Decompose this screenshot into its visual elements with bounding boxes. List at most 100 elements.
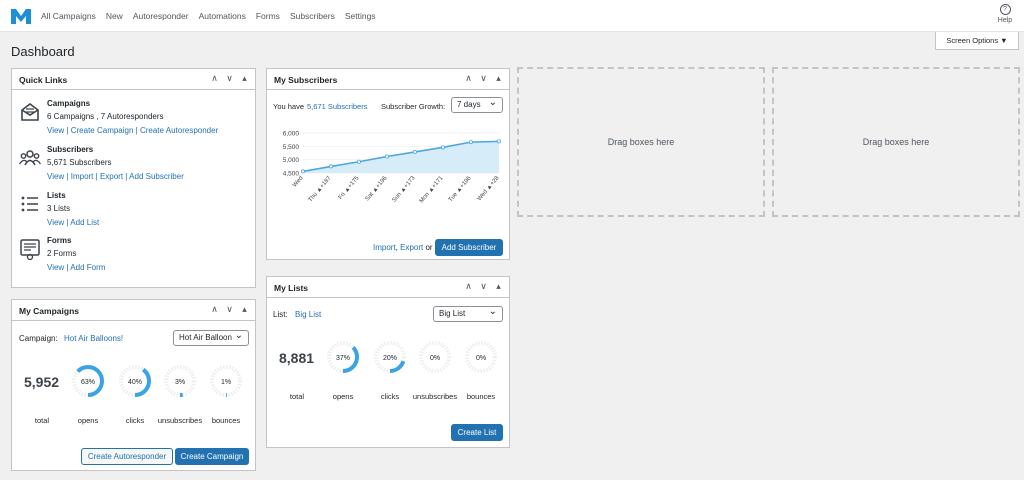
list-donut-value: 20% [383,355,397,362]
subscriber-growth-chart: 6,0005,5005,0004,500Wed Thu ▲+187 Fri ▲+17… [283,131,501,204]
export-link[interactable]: Export [100,172,123,181]
move-down-icon[interactable]: ∨ [479,281,488,292]
my-lists-header: My Lists ∧ ∨ ▴ [267,277,509,298]
nav-settings[interactable]: Settings [345,11,376,21]
collapse-icon[interactable]: ▴ [240,73,249,84]
campaign-select[interactable]: Hot Air Balloon [173,329,249,346]
chart-point [301,169,306,174]
move-down-icon[interactable]: ∨ [225,73,234,84]
my-campaigns-header: My Campaigns ∧ ∨ ▴ [12,300,255,321]
move-up-icon[interactable]: ∧ [464,281,473,292]
drop-zone-text: Drag boxes here [607,137,675,147]
quick-links-title: Quick Links [19,75,68,85]
list-bounces-donut: 0% [465,341,497,373]
list-clicks-donut: 20% [374,341,406,373]
collapse-icon[interactable]: ▴ [494,73,503,84]
export-link[interactable]: Export [400,243,423,252]
move-down-icon[interactable]: ∨ [225,304,234,315]
chart-x-tick-label: Sat ▲+196 [365,175,389,202]
page-title: Dashboard [11,44,75,59]
create-campaign-button[interactable]: Create Campaign [175,448,249,465]
chart-x-tick-label: Thu ▲+187 [308,175,333,203]
quick-links-header: Quick Links ∧ ∨ ▴ [12,69,255,90]
list-unsubscribes-donut: 0% [419,341,451,373]
move-up-icon[interactable]: ∧ [464,73,473,84]
list-donut-value: 0% [476,355,486,362]
nav-new[interactable]: New [106,11,123,21]
create-autoresponder-link[interactable]: Create Autoresponder [140,126,218,135]
quick-links-box: Quick Links ∧ ∨ ▴ Campaigns 6 Campaigns , … [11,68,256,288]
drop-zone-1[interactable]: Drag boxes here [517,67,765,217]
campaign-bounces-donut: 1% [210,365,242,397]
list-icon [21,196,38,212]
nav-subscribers[interactable]: Subscribers [290,11,335,21]
drop-zone-2[interactable]: Drag boxes here [772,67,1020,217]
list-opens-donut: 37% [327,341,359,373]
help-icon: ? [999,4,1011,15]
chart-x-tick-label: Wed ▲+28 [477,175,501,202]
chart-point [496,139,501,144]
my-subscribers-header: My Subscribers ∧ ∨ ▴ [267,69,509,90]
add-list-link[interactable]: Add List [70,218,99,227]
top-bar: All Campaigns New Autoresponder Automati… [0,0,1024,32]
subscribers-summary: 5,671 Subscribers [47,158,112,167]
campaign-total: 5,952 [24,374,60,390]
list-link[interactable]: Big List [295,310,321,319]
my-lists-title: My Lists [274,283,309,293]
move-up-icon[interactable]: ∧ [210,304,219,315]
move-up-icon[interactable]: ∧ [210,73,219,84]
add-subscriber-button[interactable]: Add Subscriber [435,239,503,256]
chart-y-tick-label: 5,000 [283,157,300,164]
list-label: List: [273,310,288,319]
collapse-icon[interactable]: ▴ [240,304,249,315]
list-donut-value: 37% [336,355,350,362]
add-form-link[interactable]: Add Form [70,263,105,272]
subscriber-count-link[interactable]: 5,671 Subscribers [307,102,367,111]
chart-point [329,164,334,169]
subscribers-view-link[interactable]: View [47,172,64,181]
chart-x-tick-label: Mon ▲+171 [419,175,445,204]
campaign-link[interactable]: Hot Air Balloons! [64,334,123,343]
chart-x-tick-label: Tue ▲+196 [448,175,473,203]
chart-point [385,154,390,159]
lists-view-link[interactable]: View [47,218,64,227]
growth-select[interactable]: 7 days [451,96,503,113]
move-down-icon[interactable]: ∨ [479,73,488,84]
campaigns-view-link[interactable]: View [47,126,64,135]
list-donut-value: 0% [430,355,440,362]
forms-view-link[interactable]: View [47,263,64,272]
create-list-button[interactable]: Create List [451,424,503,441]
add-subscriber-link[interactable]: Add Subscriber [129,172,184,181]
import-link[interactable]: Import [373,243,396,252]
subscribers-heading: Subscribers [47,145,94,154]
chart-point [357,159,362,164]
help-label: Help [997,17,1013,24]
campaign-opens-donut: 63% [72,365,104,397]
list-bounces-label: bounces [466,392,496,401]
or-text: or [425,243,433,252]
lists-heading: Lists [47,191,66,200]
nav-forms[interactable]: Forms [256,11,280,21]
campaign-donut-value: 1% [221,379,231,386]
chart-x-tick-label: Fri ▲+175 [338,175,361,201]
chart-y-tick-label: 4,500 [283,171,300,178]
chart-y-tick-label: 5,500 [283,144,300,151]
nav-autoresponder[interactable]: Autoresponder [133,11,189,21]
collapse-icon[interactable]: ▴ [494,281,503,292]
quick-link-lists: Lists 3 Lists View | Add List [19,191,99,227]
mailpoet-logo-icon[interactable] [10,7,32,25]
create-campaign-link[interactable]: Create Campaign [71,126,134,135]
forms-heading: Forms [47,236,72,245]
list-total: 8,881 [279,350,315,366]
chart-point [440,145,445,150]
nav-all-campaigns[interactable]: All Campaigns [41,11,96,21]
list-select[interactable]: Big List [433,305,503,322]
campaign-clicks-donut: 40% [119,365,151,397]
campaign-label: Campaign: [19,334,58,343]
screen-options-button[interactable]: Screen Options ▼ [935,32,1019,50]
import-link[interactable]: Import [71,172,94,181]
nav-automations[interactable]: Automations [199,11,246,21]
help-button[interactable]: ? Help [995,4,1015,24]
campaigns-summary: 6 Campaigns , 7 Autoresponders [47,112,164,121]
create-autoresponder-button[interactable]: Create Autoresponder [81,448,173,465]
